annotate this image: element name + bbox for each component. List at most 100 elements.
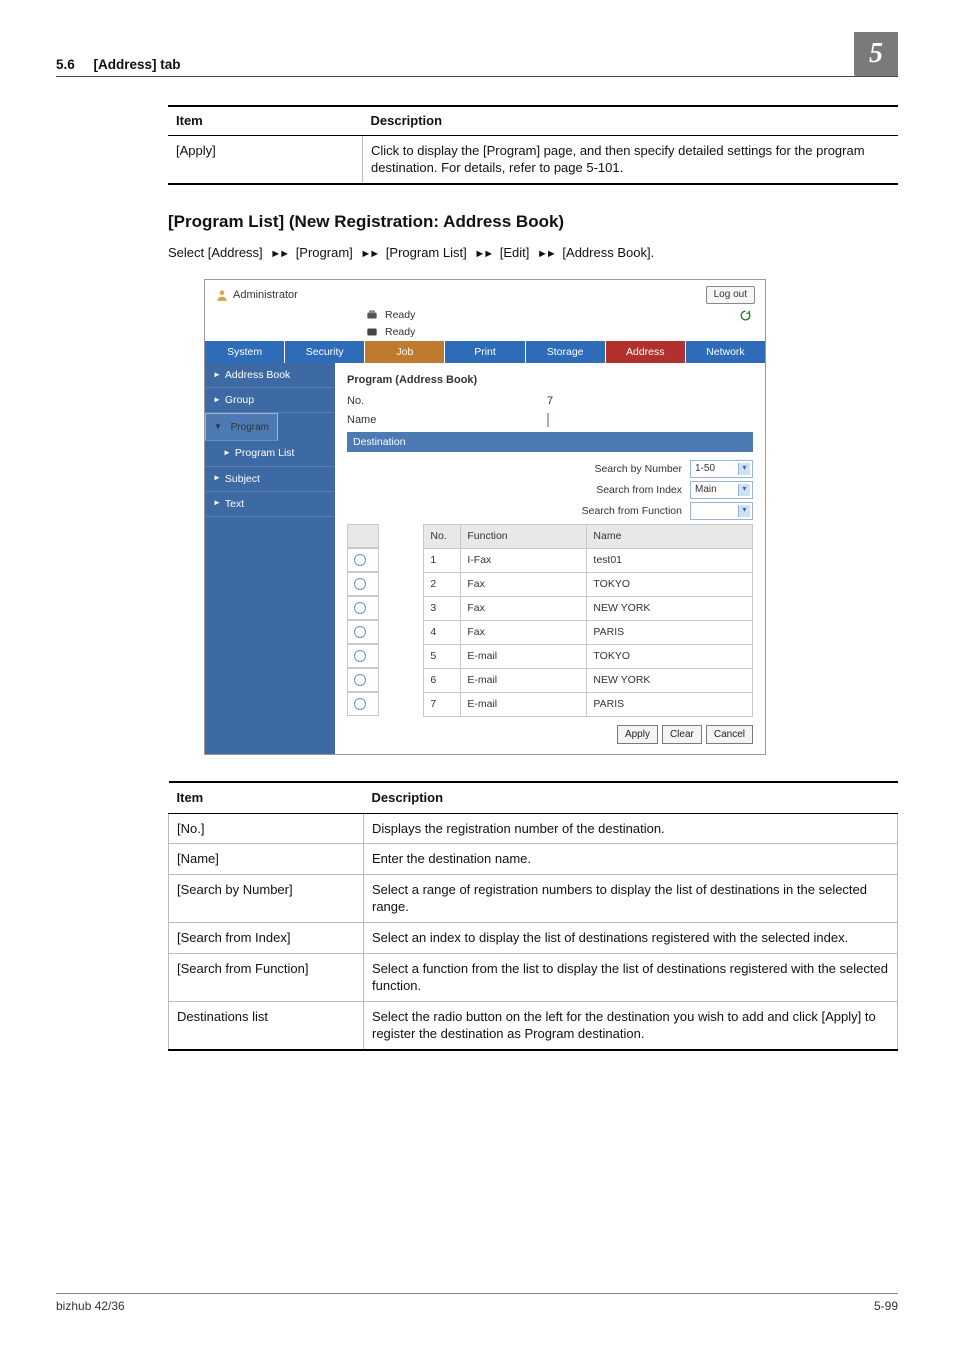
search-from-index-select[interactable]: Main ▾ [690, 481, 753, 499]
cell-no: 1 [424, 548, 461, 572]
cell-func: E-mail [461, 668, 587, 692]
footer-right: 5-99 [874, 1298, 898, 1314]
cell-desc: Select a function from the list to displ… [364, 953, 898, 1001]
tab-job[interactable]: Job [365, 341, 445, 363]
table-row: 4FaxPARIS [347, 620, 753, 644]
button-row: Apply Clear Cancel [347, 725, 753, 745]
col-desc: Description [363, 106, 899, 135]
sidebar-item-label: Group [225, 393, 254, 407]
row-radio[interactable] [347, 572, 379, 596]
cell-no: 6 [424, 668, 461, 692]
field-no: No. 7 [347, 394, 753, 409]
cell-desc: Displays the registration number of the … [364, 813, 898, 844]
tab-network[interactable]: Network [686, 341, 765, 363]
cell-no: 7 [424, 692, 461, 716]
table-row: 5E-mailTOKYO [347, 644, 753, 668]
section-title: [Address] tab [94, 57, 181, 72]
cell-name: TOKYO [587, 644, 753, 668]
side-menu: ► Address Book ► Group ▼ Program ► Progr… [205, 363, 335, 754]
cell-name: NEW YORK [587, 668, 753, 692]
search-label: Search by Number [594, 462, 682, 476]
row-radio[interactable] [347, 692, 379, 716]
sidebar-item-label: Text [225, 497, 244, 511]
caret-right-icon: ► [213, 395, 221, 406]
row-radio[interactable] [347, 548, 379, 572]
no-value: 7 [547, 394, 587, 409]
name-label: Name [347, 413, 427, 428]
cell-desc: Select the radio button on the left for … [364, 1001, 898, 1050]
table-row: Destinations listSelect the radio button… [169, 1001, 898, 1050]
table-row: 3FaxNEW YORK [347, 596, 753, 620]
description-table: Item Description [No.]Displays the regis… [168, 781, 898, 1050]
row-radio[interactable] [347, 644, 379, 668]
tab-system[interactable]: System [205, 341, 285, 363]
apply-table: Item Description [Apply] Click to displa… [168, 105, 898, 185]
cell-func: Fax [461, 572, 587, 596]
cell-item: Destinations list [169, 1001, 364, 1050]
apply-button[interactable]: Apply [617, 725, 658, 745]
tab-security[interactable]: Security [285, 341, 365, 363]
sidebar-item-programlist[interactable]: ► Program List [205, 441, 335, 466]
search-from-function-row: Search from Function ▾ [347, 502, 753, 520]
cell-no: 2 [424, 572, 461, 596]
sidebar-item-addressbook[interactable]: ► Address Book [205, 363, 335, 388]
cell-item: [Search from Function] [169, 953, 364, 1001]
search-from-index-row: Search from Index Main ▾ [347, 481, 753, 499]
table-row: 6E-mailNEW YORK [347, 668, 753, 692]
chevron-down-icon: ▾ [738, 505, 750, 517]
search-from-function-select[interactable]: ▾ [690, 502, 753, 520]
name-input[interactable] [547, 413, 549, 428]
caret-right-icon: ► [213, 498, 221, 509]
tab-print[interactable]: Print [445, 341, 525, 363]
cell-func: E-mail [461, 644, 587, 668]
main-pane: Program (Address Book) No. 7 Name Destin… [335, 363, 765, 754]
search-label: Search from Index [596, 483, 682, 497]
col-item: Item [168, 106, 363, 135]
sidebar-item-group[interactable]: ► Group [205, 388, 335, 413]
destinations-table: No. Function Name 1I-Faxtest012FaxTOKYO3… [347, 524, 753, 717]
sidebar-item-label: Subject [225, 472, 260, 486]
status-row: Ready [205, 325, 765, 341]
sidebar-item-program[interactable]: ▼ Program [205, 413, 278, 441]
caret-right-icon: ► [213, 370, 221, 381]
printer-icon [365, 308, 379, 322]
section-label: 5.6 [Address] tab [56, 56, 181, 74]
table-row: 2FaxTOKYO [347, 572, 753, 596]
table-row: [Name]Enter the destination name. [169, 844, 898, 875]
row-radio[interactable] [347, 596, 379, 620]
table-row: [No.]Displays the registration number of… [169, 813, 898, 844]
sidebar-item-subject[interactable]: ► Subject [205, 467, 335, 492]
row-radio[interactable] [347, 620, 379, 644]
chapter-badge: 5 [854, 32, 898, 76]
cell-name: NEW YORK [587, 596, 753, 620]
cell-func: I-Fax [461, 548, 587, 572]
cell-item: [Search by Number] [169, 874, 364, 922]
col-desc: Description [364, 782, 898, 813]
field-name: Name [347, 413, 753, 428]
table-row: [Apply] Click to display the [Program] p… [168, 135, 898, 184]
cell-name: PARIS [587, 692, 753, 716]
page-footer: bizhub 42/36 5-99 [56, 1293, 898, 1314]
admin-label: Administrator [215, 288, 298, 303]
cell-desc: Select a range of registration numbers t… [364, 874, 898, 922]
table-row: [Search from Index]Select an index to di… [169, 923, 898, 954]
tray-icon [365, 325, 379, 339]
caret-right-icon: ► [213, 473, 221, 484]
clear-button[interactable]: Clear [662, 725, 702, 745]
cell-no: 3 [424, 596, 461, 620]
sidebar-item-label: Address Book [225, 368, 290, 382]
running-head: 5.6 [Address] tab 5 [56, 32, 898, 77]
col-no: No. [424, 524, 461, 548]
refresh-icon[interactable] [738, 308, 753, 323]
search-by-number-row: Search by Number 1-50 ▾ [347, 460, 753, 478]
sidebar-item-label: Program List [235, 446, 295, 460]
sidebar-item-text[interactable]: ► Text [205, 492, 335, 517]
logout-button[interactable]: Log out [706, 286, 755, 304]
arrow-icon: ►► [474, 247, 492, 262]
row-radio[interactable] [347, 668, 379, 692]
col-select [347, 524, 379, 548]
cancel-button[interactable]: Cancel [706, 725, 753, 745]
tab-storage[interactable]: Storage [526, 341, 606, 363]
search-by-number-select[interactable]: 1-50 ▾ [690, 460, 753, 478]
tab-address[interactable]: Address [606, 341, 686, 363]
